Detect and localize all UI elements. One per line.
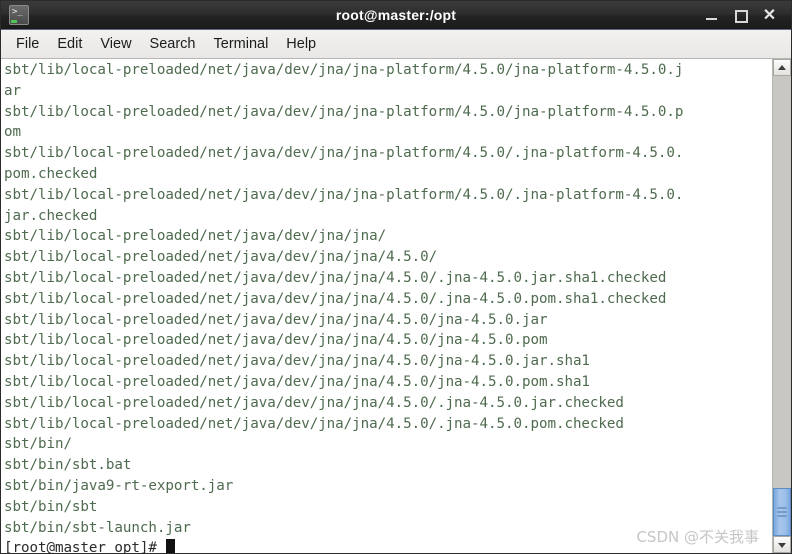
maximize-button[interactable] [733, 8, 748, 23]
window-title: root@master:/opt [335, 7, 457, 23]
terminal-line: sbt/lib/local-preloaded/net/java/dev/jna… [4, 373, 590, 390]
terminal-line: sbt/lib/local-preloaded/net/java/dev/jna… [4, 311, 548, 328]
terminal-line: sbt/lib/local-preloaded/net/java/dev/jna… [4, 62, 684, 78]
terminal-prompt-line[interactable]: [root@master opt]# [4, 538, 772, 553]
terminal-line: sbt/lib/local-preloaded/net/java/dev/jna… [4, 353, 590, 370]
terminal-window: root@master:/opt ✕ File Edit View Search… [0, 0, 792, 554]
terminal-line: jar.checked [4, 207, 98, 224]
menu-item-file[interactable]: File [7, 33, 48, 55]
terminal-line: sbt/lib/local-preloaded/net/java/dev/jna… [4, 269, 667, 286]
terminal-line: sbt/lib/local-preloaded/net/java/dev/jna… [4, 332, 548, 349]
terminal-line: sbt/bin/sbt [4, 498, 98, 515]
terminal-line: sbt/bin/ [4, 436, 72, 453]
terminal-line: sbt/bin/sbt.bat [4, 457, 132, 474]
prompt-text: [root@master opt]# [4, 540, 166, 553]
terminal-output[interactable]: sbt/lib/local-preloaded/net/java/dev/jna… [1, 59, 772, 553]
menu-item-help[interactable]: Help [277, 33, 325, 55]
terminal-line: sbt/bin/java9-rt-export.jar [4, 477, 234, 494]
menu-item-edit[interactable]: Edit [48, 33, 91, 55]
terminal-line: sbt/bin/sbt-launch.jar [4, 519, 191, 536]
menu-item-search[interactable]: Search [141, 33, 205, 55]
terminal-line: sbt/lib/local-preloaded/net/java/dev/jna… [4, 186, 684, 203]
scrollbar-track[interactable] [773, 76, 791, 536]
scrollbar-thumb[interactable] [773, 488, 791, 536]
terminal-line: sbt/lib/local-preloaded/net/java/dev/jna… [4, 103, 684, 120]
terminal-line: sbt/lib/local-preloaded/net/java/dev/jna… [4, 394, 624, 411]
terminal-line: pom.checked [4, 165, 98, 182]
terminal-line: om [4, 124, 21, 141]
window-controls: ✕ [704, 7, 785, 23]
terminal-line: sbt/lib/local-preloaded/net/java/dev/jna… [4, 249, 438, 266]
terminal-line: sbt/lib/local-preloaded/net/java/dev/jna… [4, 290, 667, 307]
menu-bar: File Edit View Search Terminal Help [1, 30, 791, 59]
terminal-line: sbt/lib/local-preloaded/net/java/dev/jna… [4, 228, 387, 245]
terminal-line: ar [4, 82, 21, 99]
terminal-icon [9, 5, 29, 25]
close-button[interactable]: ✕ [762, 7, 777, 23]
title-bar[interactable]: root@master:/opt ✕ [1, 1, 791, 30]
terminal-area: sbt/lib/local-preloaded/net/java/dev/jna… [1, 59, 791, 553]
terminal-line: sbt/lib/local-preloaded/net/java/dev/jna… [4, 415, 624, 432]
scroll-up-arrow-icon[interactable] [773, 59, 791, 76]
minimize-button[interactable] [704, 8, 719, 23]
menu-item-view[interactable]: View [91, 33, 140, 55]
scroll-down-arrow-icon[interactable] [773, 536, 791, 553]
cursor-block [166, 539, 176, 553]
terminal-scrollbar[interactable] [772, 59, 791, 553]
terminal-line: sbt/lib/local-preloaded/net/java/dev/jna… [4, 145, 684, 162]
menu-item-terminal[interactable]: Terminal [205, 33, 278, 55]
